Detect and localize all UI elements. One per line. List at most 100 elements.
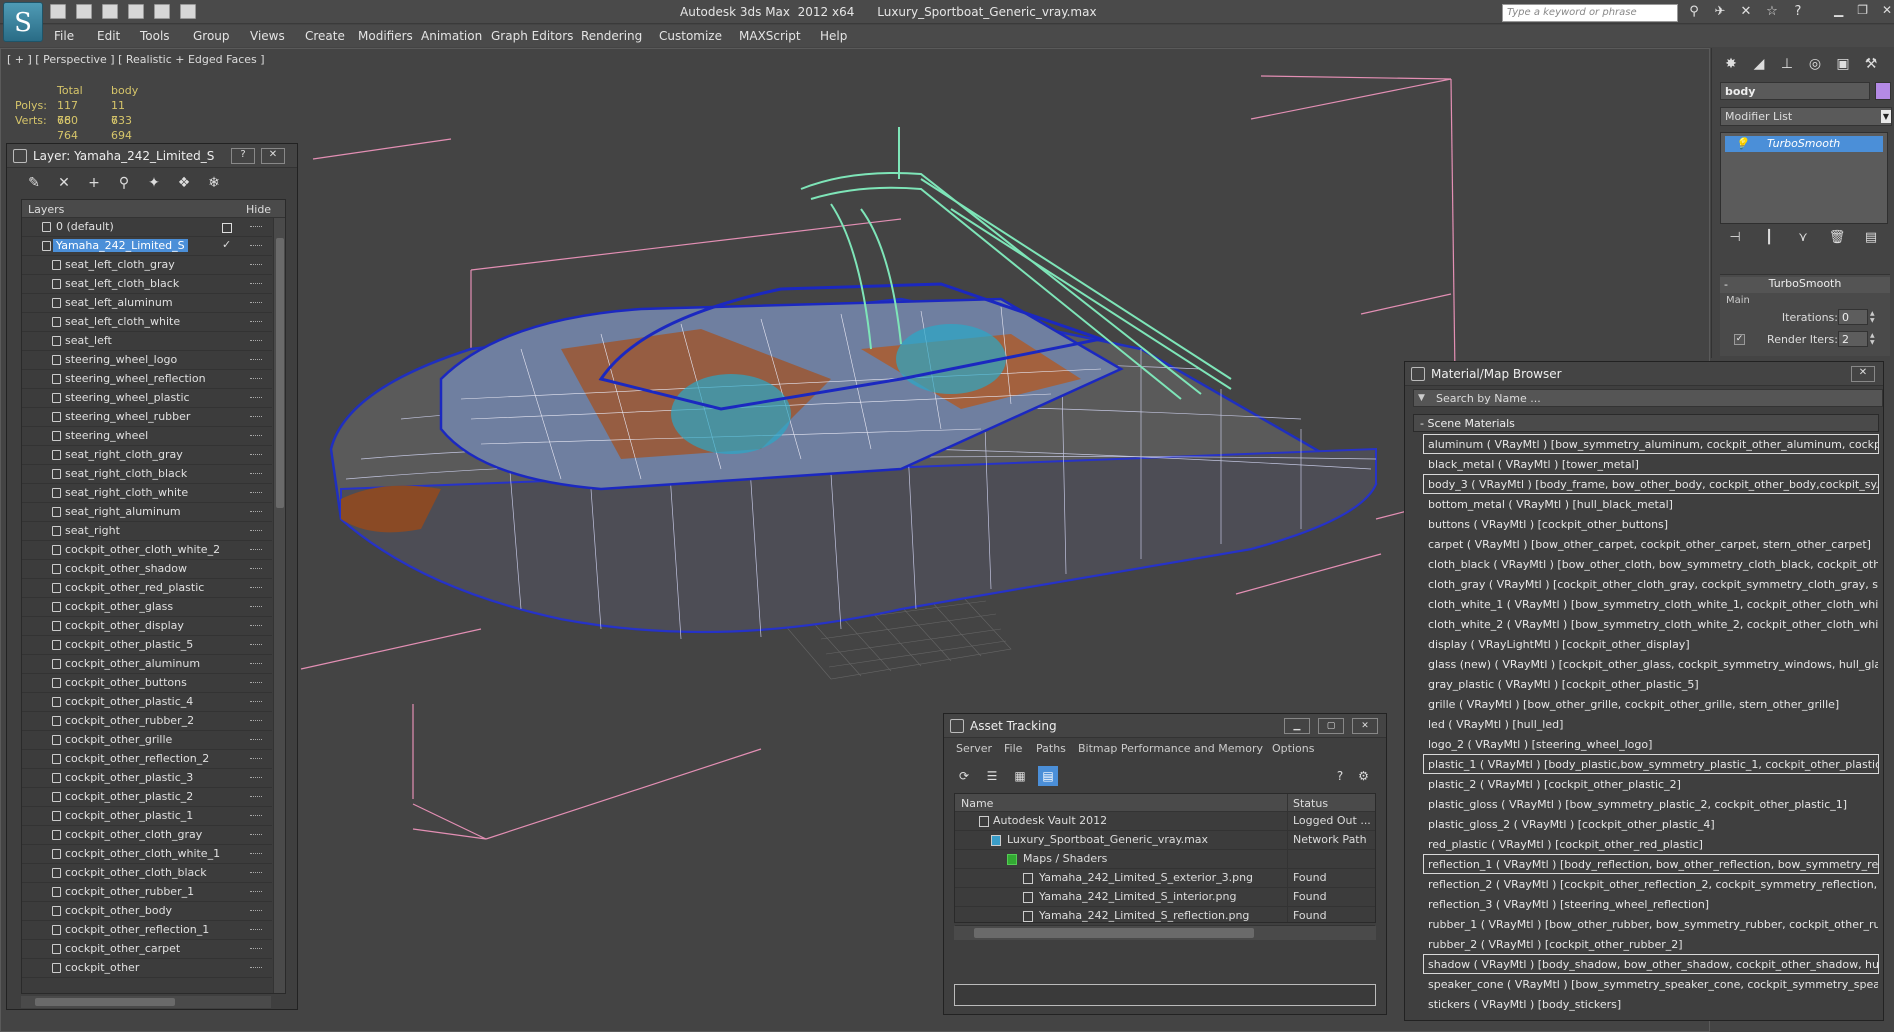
asset-menu-server[interactable]: Server <box>956 742 992 755</box>
asset-row[interactable]: Yamaha_242_Limited_S_exterior_3.png Foun… <box>955 869 1375 888</box>
maximize-icon[interactable]: ▢ <box>1318 718 1344 734</box>
layer-object-row[interactable]: cockpit_other_buttons <box>22 674 272 693</box>
rollout-header[interactable]: - TurboSmooth <box>1720 277 1890 293</box>
material-item[interactable]: glass (new) ( VRayMtl ) [cockpit_other_g… <box>1423 654 1879 674</box>
menu-group[interactable]: Group <box>193 29 230 43</box>
menu-rendering[interactable]: Rendering <box>581 29 642 43</box>
viewport-label[interactable]: [ + ] [ Perspective ] [ Realistic + Edge… <box>7 53 265 66</box>
hide-toggle[interactable] <box>250 454 262 457</box>
hide-toggle[interactable] <box>250 929 262 932</box>
hide-toggle[interactable] <box>250 796 262 799</box>
binoculars-icon[interactable]: ⚲ <box>1686 4 1702 20</box>
asset-menu-file[interactable]: File <box>1004 742 1022 755</box>
motion-tab-icon[interactable]: ◎ <box>1804 53 1826 75</box>
layer-object-row[interactable]: seat_left <box>22 332 272 351</box>
material-item[interactable]: red_plastic ( VRayMtl ) [cockpit_other_r… <box>1423 834 1879 854</box>
add-to-layer-icon[interactable]: + <box>83 172 105 194</box>
asset-row[interactable]: Luxury_Sportboat_Generic_vray.max Networ… <box>955 831 1375 850</box>
material-item[interactable]: cloth_gray ( VRayMtl ) [cockpit_other_cl… <box>1423 574 1879 594</box>
hide-toggle[interactable] <box>250 397 262 400</box>
asset-horizontal-scrollbar[interactable] <box>954 926 1376 940</box>
layer-object-row[interactable]: cockpit_other_plastic_1 <box>22 807 272 826</box>
open-file-icon[interactable] <box>50 4 66 19</box>
material-item[interactable]: shadow ( VRayMtl ) [body_shadow, bow_oth… <box>1423 954 1879 974</box>
hide-toggle[interactable] <box>250 378 262 381</box>
asset-path-field[interactable] <box>954 984 1376 1006</box>
layer-object-row[interactable]: cockpit_other_cloth_black <box>22 864 272 883</box>
material-item[interactable]: carpet ( VRayMtl ) [bow_other_carpet, co… <box>1423 534 1879 554</box>
display-tab-icon[interactable]: ▣ <box>1832 53 1854 75</box>
layer-object-row[interactable]: cockpit_other_rubber_2 <box>22 712 272 731</box>
help-icon[interactable]: ? <box>1790 4 1806 20</box>
layer-object-row[interactable]: cockpit_other_reflection_1 <box>22 921 272 940</box>
remove-modifier-icon[interactable]: 🗑 <box>1828 230 1846 248</box>
layer-object-row[interactable]: cockpit_other_cloth_white_2 <box>22 541 272 560</box>
hide-column-header[interactable]: Hide <box>246 203 271 216</box>
hide-toggle[interactable] <box>250 587 262 590</box>
help-icon[interactable]: ? <box>1330 766 1350 786</box>
redo-icon[interactable] <box>154 4 170 19</box>
hide-toggle[interactable] <box>250 758 262 761</box>
layer-object-row[interactable]: steering_wheel <box>22 427 272 446</box>
asset-menu-paths[interactable]: Paths <box>1036 742 1066 755</box>
hide-toggle[interactable] <box>250 948 262 951</box>
hide-toggle[interactable] <box>250 891 262 894</box>
search-input[interactable]: Type a keyword or phrase <box>1502 4 1678 22</box>
chevron-down-icon[interactable]: ▼ <box>1418 393 1425 403</box>
layer-horizontal-scrollbar[interactable] <box>21 996 271 1008</box>
material-item[interactable]: speaker_cone ( VRayMtl ) [bow_symmetry_s… <box>1423 974 1879 994</box>
material-item[interactable]: cloth_black ( VRayMtl ) [bow_other_cloth… <box>1423 554 1879 574</box>
subscription-icon[interactable]: ✈ <box>1712 4 1728 20</box>
hide-toggle[interactable] <box>250 701 262 704</box>
help-button[interactable]: ? <box>231 148 255 164</box>
list-view-icon[interactable]: ☰ <box>982 766 1002 786</box>
scrollbar-thumb[interactable] <box>974 928 1254 938</box>
current-layer-box[interactable] <box>222 223 232 233</box>
refresh-icon[interactable]: ⟳ <box>954 766 974 786</box>
table-view-icon[interactable]: ▤ <box>1038 766 1058 786</box>
close-icon[interactable]: ✕ <box>1882 3 1892 17</box>
detail-view-icon[interactable]: ▦ <box>1010 766 1030 786</box>
material-item[interactable]: reflection_1 ( VRayMtl ) [body_reflectio… <box>1423 854 1879 874</box>
material-item[interactable]: cloth_white_2 ( VRayMtl ) [bow_symmetry_… <box>1423 614 1879 634</box>
modifier-list-dropdown[interactable]: Modifier List ▼ <box>1720 107 1892 126</box>
menu-customize[interactable]: Customize <box>659 29 722 43</box>
material-item[interactable]: reflection_2 ( VRayMtl ) [cockpit_other_… <box>1423 874 1879 894</box>
hide-all-layers-icon[interactable]: ❖ <box>173 172 195 194</box>
layer-object-row[interactable]: steering_wheel_reflection <box>22 370 272 389</box>
layer-object-row[interactable]: cockpit_other_plastic_4 <box>22 693 272 712</box>
layer-object-row[interactable]: cockpit_other_plastic_2 <box>22 788 272 807</box>
scrollbar-thumb[interactable] <box>35 998 175 1006</box>
material-item[interactable]: bottom_metal ( VRayMtl ) [hull_black_met… <box>1423 494 1879 514</box>
modifier-stack-item[interactable]: 💡 TurboSmooth <box>1725 136 1883 152</box>
hide-toggle[interactable] <box>250 625 262 628</box>
layer-object-row[interactable]: cockpit_other_body <box>22 902 272 921</box>
layer-object-row[interactable]: seat_right_cloth_white <box>22 484 272 503</box>
asset-menu-options[interactable]: Options <box>1272 742 1314 755</box>
hide-toggle[interactable] <box>250 777 262 780</box>
material-item[interactable]: plastic_2 ( VRayMtl ) [cockpit_other_pla… <box>1423 774 1879 794</box>
layer-object-row[interactable]: steering_wheel_rubber <box>22 408 272 427</box>
layer-object-row[interactable]: cockpit_other_shadow <box>22 560 272 579</box>
layer-object-row[interactable]: seat_right_cloth_black <box>22 465 272 484</box>
material-item[interactable]: aluminum ( VRayMtl ) [bow_symmetry_alumi… <box>1423 434 1879 454</box>
material-item[interactable]: grille ( VRayMtl ) [bow_other_grille, co… <box>1423 694 1879 714</box>
layer-panel-titlebar[interactable]: Layer: Yamaha_242_Limited_S ? ✕ <box>7 144 297 168</box>
hide-toggle[interactable] <box>250 226 262 229</box>
layer-object-row[interactable]: steering_wheel_plastic <box>22 389 272 408</box>
create-layer-icon[interactable]: ✎ <box>23 172 45 194</box>
material-item[interactable]: plastic_1 ( VRayMtl ) [body_plastic,bow_… <box>1423 754 1879 774</box>
hide-toggle[interactable] <box>250 530 262 533</box>
freeze-all-layers-icon[interactable]: ❄ <box>203 172 225 194</box>
hide-toggle[interactable] <box>250 720 262 723</box>
menu-create[interactable]: Create <box>305 29 345 43</box>
favorites-icon[interactable]: ☆ <box>1764 4 1780 20</box>
asset-row[interactable]: Yamaha_242_Limited_S_interior.png Found <box>955 888 1375 907</box>
status-column-header[interactable]: Status <box>1293 797 1328 810</box>
material-item[interactable]: black_metal ( VRayMtl ) [tower_metal] <box>1423 454 1879 474</box>
layer-object-row[interactable]: cockpit_other_cloth_white_1 <box>22 845 272 864</box>
layer-object-row[interactable]: cockpit_other_carpet <box>22 940 272 959</box>
material-search-input[interactable]: ▼ Search by Name ... <box>1413 389 1883 407</box>
object-color-swatch[interactable] <box>1875 82 1891 100</box>
material-item[interactable]: rubber_1 ( VRayMtl ) [bow_other_rubber, … <box>1423 914 1879 934</box>
